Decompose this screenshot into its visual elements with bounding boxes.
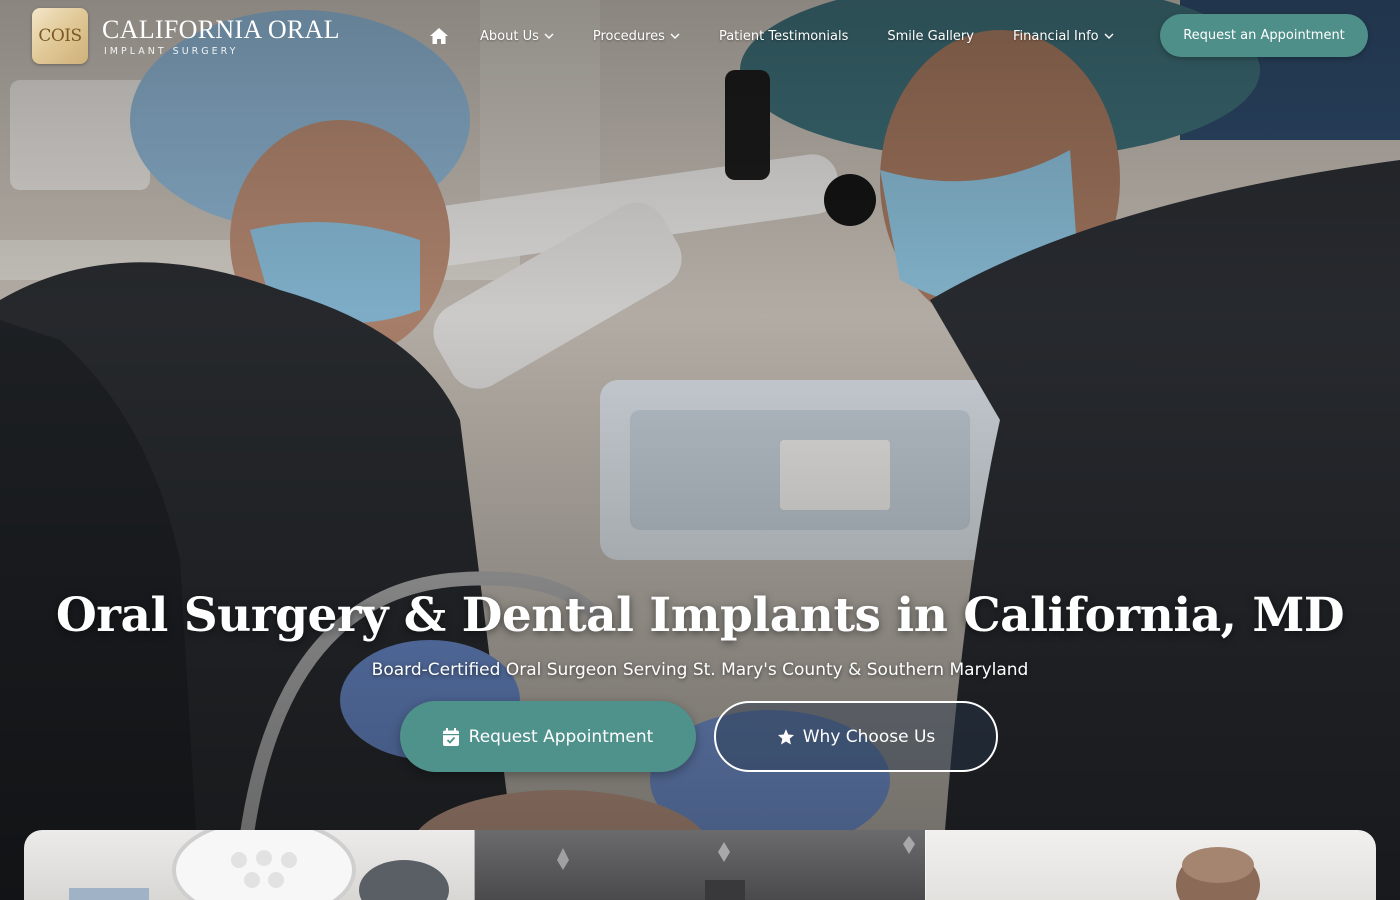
nav-item-about-us[interactable]: About Us [480, 29, 554, 44]
logo-mark: COIS [32, 8, 88, 64]
nav-item-label: Procedures [592, 28, 665, 44]
card-image [557, 830, 915, 900]
site-logo[interactable]: COIS CALIFORNIA ORAL IMPLANT SURGERY [32, 8, 340, 64]
nav-item-label: About Us [480, 28, 539, 44]
logo-subtitle: IMPLANT SURGERY [104, 45, 239, 57]
feature-card[interactable] [925, 830, 1376, 900]
feature-cards [24, 830, 1376, 900]
card-image [69, 830, 449, 900]
nav-item-procedures[interactable]: Procedures [593, 29, 680, 44]
nav-item-label: Financial Info [1012, 28, 1099, 44]
site-header: COIS CALIFORNIA ORAL IMPLANT SURGERY Abo… [0, 0, 1400, 72]
request-appointment-button[interactable]: Request Appointment [400, 701, 696, 772]
logo-text: CALIFORNIA ORAL IMPLANT SURGERY [102, 14, 340, 57]
hero-subtitle: Board-Certified Oral Surgeon Serving St.… [371, 660, 1029, 680]
hero-title: Oral Surgery & Dental Implants in Califo… [55, 588, 1345, 643]
request-appointment-header-button[interactable]: Request an Appointment [1160, 14, 1368, 57]
feature-card[interactable] [24, 830, 474, 900]
nav-item-label: Patient Testimonials [718, 28, 849, 44]
nav-item-label: Smile Gallery [887, 28, 974, 44]
nav-item-financial-info[interactable]: Financial Info [1013, 29, 1114, 44]
chevron-down-icon [544, 33, 554, 39]
why-choose-us-button[interactable]: Why Choose Us [714, 701, 998, 772]
star-icon [777, 728, 795, 746]
nav-item-smile-gallery[interactable]: Smile Gallery [887, 29, 974, 44]
chevron-down-icon [670, 33, 680, 39]
hero-overlay [0, 0, 1400, 900]
calendar-check-icon [442, 727, 461, 746]
card-image [1176, 847, 1260, 900]
logo-mark-text: COIS [38, 26, 82, 46]
nav-item-patient-testimonials[interactable]: Patient Testimonials [719, 29, 848, 44]
request-appointment-label: Request Appointment [468, 726, 654, 747]
hero-background [0, 0, 1400, 900]
why-choose-us-label: Why Choose Us [802, 726, 936, 747]
chevron-down-icon [1104, 33, 1114, 39]
logo-title: CALIFORNIA ORAL [102, 14, 340, 44]
main-nav: About Us Procedures Patient Testimonials… [425, 22, 1153, 50]
home-icon[interactable] [425, 22, 453, 50]
feature-card[interactable] [474, 830, 925, 900]
